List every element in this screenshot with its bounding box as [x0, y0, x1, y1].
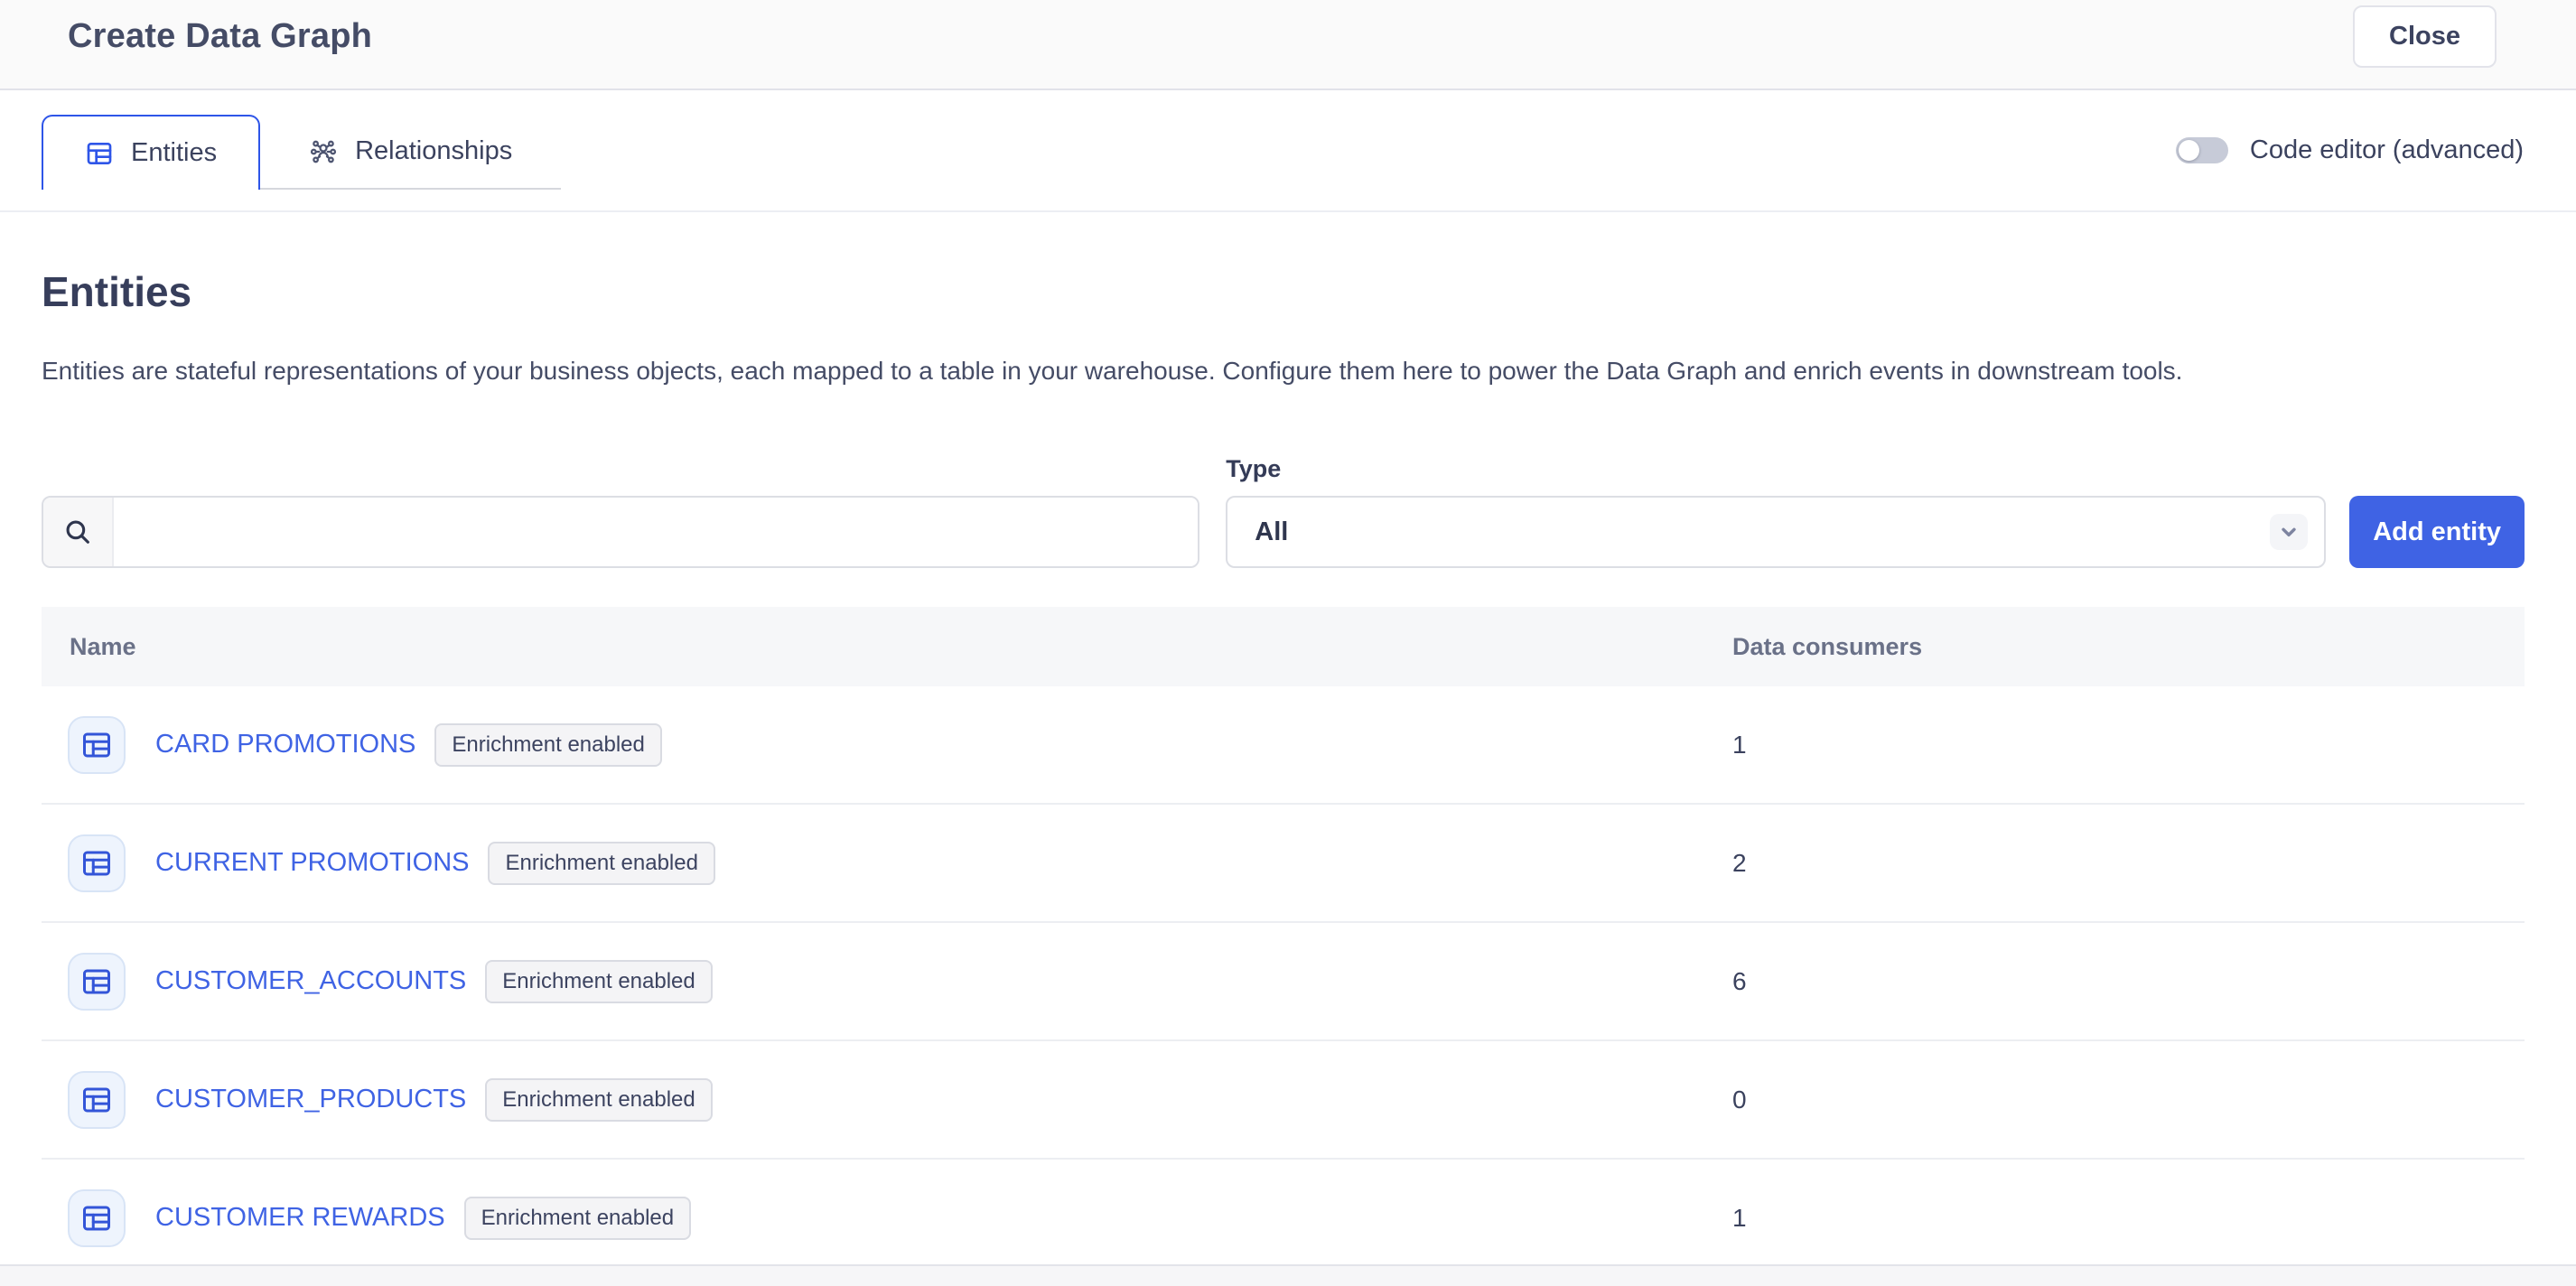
- data-consumers-count: 6: [1732, 967, 1747, 996]
- add-entity-button[interactable]: Add entity: [2349, 496, 2525, 568]
- code-editor-toggle[interactable]: [2176, 137, 2228, 163]
- tab-relationships-label: Relationships: [355, 136, 512, 166]
- name-cell: CUSTOMER REWARDS Enrichment enabled: [42, 1189, 1732, 1247]
- relationships-network-icon: [309, 137, 338, 166]
- data-consumers-count: 1: [1732, 731, 1747, 759]
- entities-panel: Entities Entities are stateful represent…: [0, 212, 2576, 1266]
- type-select[interactable]: All: [1226, 496, 2326, 568]
- section-description: Entities are stateful representations of…: [42, 356, 2525, 387]
- name-cell: CUSTOMER_PRODUCTS Enrichment enabled: [42, 1071, 1732, 1129]
- entities-table: Name Data consumers CARD PROMOTIONS Enri…: [42, 607, 2525, 1266]
- chevron-down-icon: [2270, 514, 2308, 550]
- entity-link[interactable]: CUSTOMER REWARDS: [155, 1203, 445, 1233]
- table-row: CUSTOMER_PRODUCTS Enrichment enabled 0: [42, 1041, 2525, 1160]
- name-cell: CUSTOMER_ACCOUNTS Enrichment enabled: [42, 953, 1732, 1011]
- search-box: [42, 496, 1199, 568]
- page-title: Create Data Graph: [68, 17, 372, 56]
- table-icon: [85, 139, 114, 168]
- bottom-strip: [0, 1266, 2576, 1286]
- table-row: CARD PROMOTIONS Enrichment enabled 1: [42, 686, 2525, 805]
- close-button[interactable]: Close: [2353, 5, 2497, 68]
- data-consumers-count: 2: [1732, 849, 1747, 878]
- filter-controls: Type All Add entity: [42, 455, 2525, 568]
- type-filter-label: Type: [1226, 455, 2326, 483]
- code-editor-toggle-group: Code editor (advanced): [2176, 135, 2524, 165]
- data-consumers-count: 0: [1732, 1086, 1747, 1114]
- table-icon: [68, 716, 126, 774]
- entity-link[interactable]: CUSTOMER_PRODUCTS: [155, 1085, 466, 1114]
- name-cell: CURRENT PROMOTIONS Enrichment enabled: [42, 834, 1732, 892]
- table-row: CUSTOMER_ACCOUNTS Enrichment enabled 6: [42, 923, 2525, 1041]
- section-heading: Entities: [42, 268, 2525, 316]
- entity-link[interactable]: CARD PROMOTIONS: [155, 730, 415, 759]
- enrichment-badge: Enrichment enabled: [464, 1197, 691, 1240]
- table-row: CURRENT PROMOTIONS Enrichment enabled 2: [42, 805, 2525, 923]
- search-input[interactable]: [114, 498, 1198, 566]
- table-icon: [68, 1071, 126, 1129]
- data-consumers-count: 1: [1732, 1204, 1747, 1233]
- name-cell: CARD PROMOTIONS Enrichment enabled: [42, 716, 1732, 774]
- table-row: CUSTOMER REWARDS Enrichment enabled 1: [42, 1160, 2525, 1266]
- enrichment-badge: Enrichment enabled: [434, 723, 661, 767]
- table-icon: [68, 953, 126, 1011]
- entity-link[interactable]: CURRENT PROMOTIONS: [155, 848, 469, 878]
- table-header-row: Name Data consumers: [42, 607, 2525, 686]
- code-editor-toggle-label: Code editor (advanced): [2250, 135, 2524, 165]
- header: Create Data Graph Close: [0, 0, 2576, 90]
- table-icon: [68, 834, 126, 892]
- enrichment-badge: Enrichment enabled: [485, 1078, 712, 1122]
- enrichment-badge: Enrichment enabled: [488, 842, 714, 885]
- tab-bar: Entities: [0, 90, 2576, 212]
- type-filter-group: Type All: [1226, 455, 2326, 568]
- tab-relationships[interactable]: Relationships: [260, 115, 561, 190]
- enrichment-badge: Enrichment enabled: [485, 960, 712, 1003]
- column-header-name: Name: [42, 633, 1732, 661]
- tab-entities[interactable]: Entities: [42, 115, 260, 190]
- create-data-graph-page: Create Data Graph Close Entities: [0, 0, 2576, 1286]
- search-icon: [43, 498, 114, 566]
- entity-link[interactable]: CUSTOMER_ACCOUNTS: [155, 966, 466, 996]
- column-header-data-consumers: Data consumers: [1732, 633, 1922, 661]
- tab-entities-label: Entities: [131, 138, 217, 168]
- table-icon: [68, 1189, 126, 1247]
- toggle-knob: [2179, 140, 2199, 161]
- type-select-value: All: [1255, 517, 1288, 547]
